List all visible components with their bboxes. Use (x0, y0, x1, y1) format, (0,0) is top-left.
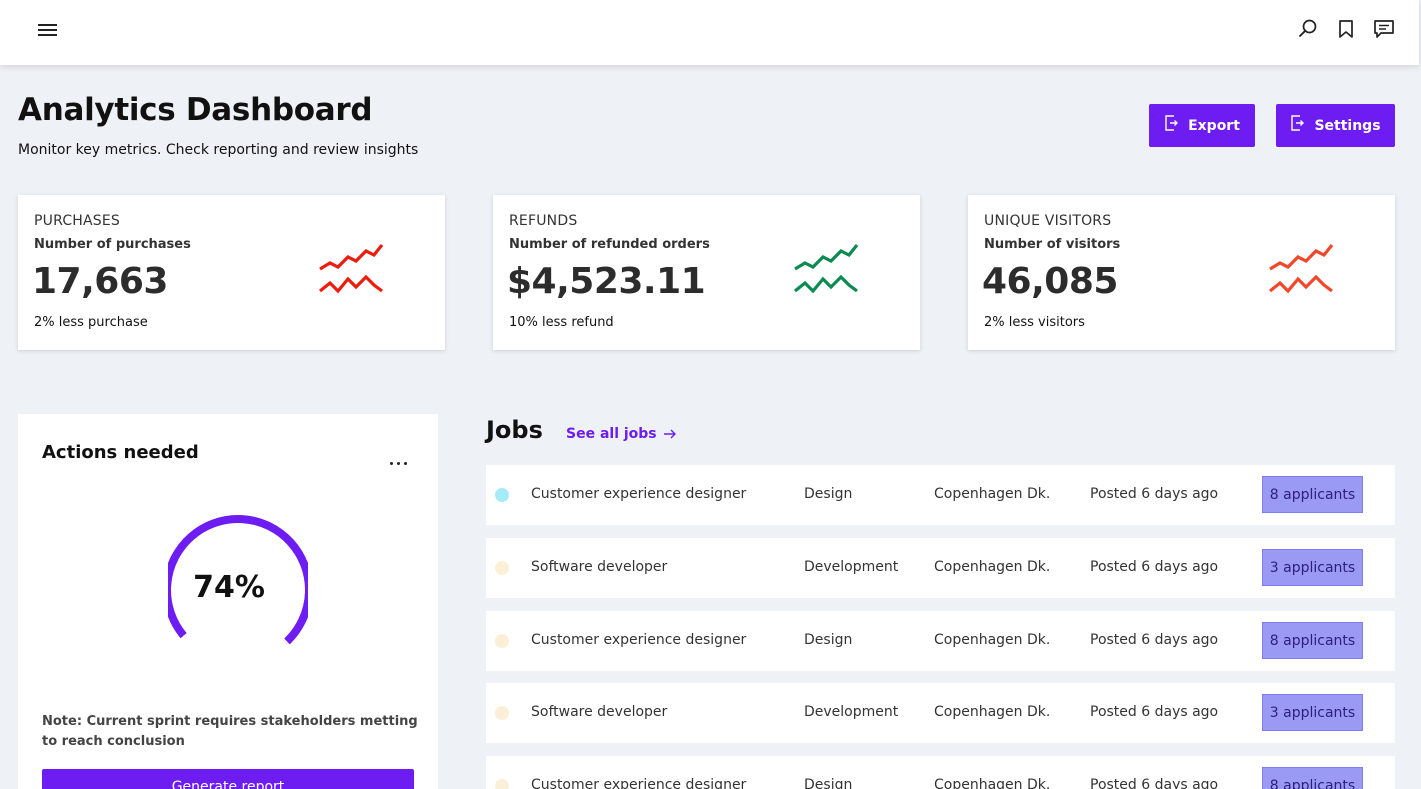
job-location: Copenhagen Dk. (934, 777, 1051, 789)
stat-value: $4,523.11 (507, 261, 706, 302)
status-dot (495, 706, 509, 720)
trend-chart-icon (794, 244, 859, 294)
applicants-badge[interactable]: 8 applicants (1262, 476, 1363, 513)
applicants-badge[interactable]: 3 applicants (1262, 694, 1363, 731)
job-posted: Posted 6 days ago (1090, 632, 1219, 648)
see-all-jobs-link[interactable]: See all jobs (566, 426, 677, 442)
actions-card: Actions needed 74% Note: Current sprint … (18, 414, 438, 789)
top-bar (0, 0, 1419, 65)
job-department: Development (804, 704, 899, 720)
trend-chart-icon (319, 244, 384, 294)
job-row[interactable]: Software developer Development Copenhagen … (486, 683, 1395, 743)
stat-value: 17,663 (32, 261, 168, 302)
job-row[interactable]: Customer experience designer Design Copenh… (486, 756, 1395, 789)
settings-label: Settings (1314, 117, 1381, 134)
stat-label: Number of refunded orders (509, 237, 710, 252)
job-posted: Posted 6 days ago (1090, 559, 1219, 575)
job-location: Copenhagen Dk. (934, 632, 1051, 648)
actions-title: Actions needed (42, 442, 199, 463)
job-posted: Posted 6 days ago (1090, 704, 1219, 720)
job-posted: Posted 6 days ago (1090, 486, 1219, 502)
status-dot (495, 488, 509, 502)
applicants-badge[interactable]: 3 applicants (1262, 549, 1363, 586)
job-title: Customer experience designer (531, 632, 747, 648)
search-icon[interactable] (1297, 18, 1319, 40)
export-button[interactable]: Export (1149, 104, 1255, 147)
actions-note: Note: Current sprint requires stakeholde… (42, 714, 418, 749)
stat-caption: PURCHASES (34, 213, 121, 229)
job-title: Software developer (531, 704, 668, 720)
status-dot (495, 561, 509, 575)
more-icon[interactable] (390, 450, 414, 465)
job-department: Design (804, 486, 853, 502)
job-row[interactable]: Software developer Development Copenhagen … (486, 538, 1395, 598)
page-subtitle: Monitor key metrics. Check reporting and… (18, 142, 419, 158)
page-title: Analytics Dashboard (18, 92, 373, 128)
status-dot (495, 634, 509, 648)
stat-caption: UNIQUE VISITORS (984, 213, 1112, 229)
stat-label: Number of purchases (34, 237, 191, 252)
applicants-badge[interactable]: 8 applicants (1262, 622, 1363, 659)
generate-report-button[interactable]: Generate report (42, 769, 414, 789)
job-title: Customer experience designer (531, 777, 747, 789)
menu-icon[interactable] (38, 21, 60, 39)
progress-value: 74% (193, 570, 265, 605)
export-icon (1165, 114, 1179, 131)
bookmark-icon[interactable] (1335, 18, 1357, 40)
job-location: Copenhagen Dk. (934, 486, 1051, 502)
job-department: Design (804, 632, 853, 648)
job-title: Customer experience designer (531, 486, 747, 502)
arrow-right-icon (663, 429, 676, 439)
stat-note: 2% less purchase (34, 315, 148, 330)
status-dot (495, 779, 509, 789)
job-location: Copenhagen Dk. (934, 704, 1051, 720)
settings-button[interactable]: Settings (1276, 104, 1395, 147)
stat-note: 10% less refund (509, 315, 614, 330)
stat-value: 46,085 (982, 261, 1118, 302)
stat-label: Number of visitors (984, 237, 1121, 252)
settings-icon (1291, 114, 1305, 131)
job-row[interactable]: Customer experience designer Design Copenh… (486, 611, 1395, 671)
stat-caption: REFUNDS (509, 213, 578, 229)
trend-chart-icon (1269, 244, 1334, 294)
jobs-title: Jobs (486, 416, 543, 444)
stat-note: 2% less visitors (984, 315, 1085, 330)
job-department: Design (804, 777, 853, 789)
message-icon[interactable] (1373, 18, 1395, 40)
job-location: Copenhagen Dk. (934, 559, 1051, 575)
job-row[interactable]: Customer experience designer Design Copenh… (486, 465, 1395, 525)
stat-card-visitors: UNIQUE VISITORS Number of visitors 46,08… (968, 195, 1395, 350)
stat-card-purchases: PURCHASES Number of purchases 17,663 2% … (18, 195, 445, 350)
job-posted: Posted 6 days ago (1090, 777, 1219, 789)
applicants-badge[interactable]: 8 applicants (1262, 767, 1363, 789)
job-title: Software developer (531, 559, 668, 575)
stat-card-refunds: REFUNDS Number of refunded orders $4,523… (493, 195, 920, 350)
job-department: Development (804, 559, 899, 575)
see-all-label: See all jobs (566, 426, 657, 442)
export-label: Export (1188, 117, 1240, 134)
